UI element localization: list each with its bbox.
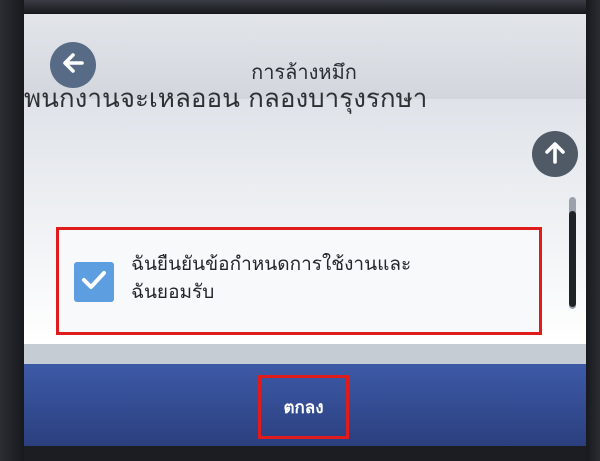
scrollbar[interactable] <box>569 197 576 309</box>
arrow-up-icon <box>540 137 570 171</box>
ok-button[interactable]: ตกลง <box>258 375 349 439</box>
checkmark-icon <box>79 265 109 299</box>
scrolled-text-clipped: พนกงานจะเหลออน กลองบารุงรกษา <box>24 84 428 114</box>
device-bezel-left <box>0 0 24 461</box>
agree-terms-row[interactable]: ฉันยืนยันข้อกำหนดการใช้งานและ ฉันยอมรับ <box>56 227 542 335</box>
agree-label-line2: ฉันยอมรับ <box>131 281 215 303</box>
scroll-up-button[interactable] <box>532 131 578 177</box>
arrow-left-icon <box>58 48 88 82</box>
agree-checkbox[interactable] <box>74 262 114 302</box>
agree-label: ฉันยืนยันข้อกำหนดการใช้งานและ ฉันยอมรับ <box>131 250 531 306</box>
bottom-action-bar: ตกลง <box>24 364 586 446</box>
ok-button-label: ตกลง <box>283 397 324 418</box>
agree-label-line1: ฉันยืนยันข้อกำหนดการใช้งานและ <box>131 253 412 275</box>
device-bezel-right <box>586 0 600 461</box>
back-button[interactable] <box>50 42 96 88</box>
printer-screen: การล้างหมึก ฉันยืนยันข้อกำหนดการใช้งานแล… <box>24 14 586 446</box>
scrollbar-thumb[interactable] <box>569 211 576 307</box>
device-bezel-top <box>0 0 600 14</box>
content-area: ฉันยืนยันข้อกำหนดการใช้งานและ ฉันยอมรับ <box>24 99 586 344</box>
